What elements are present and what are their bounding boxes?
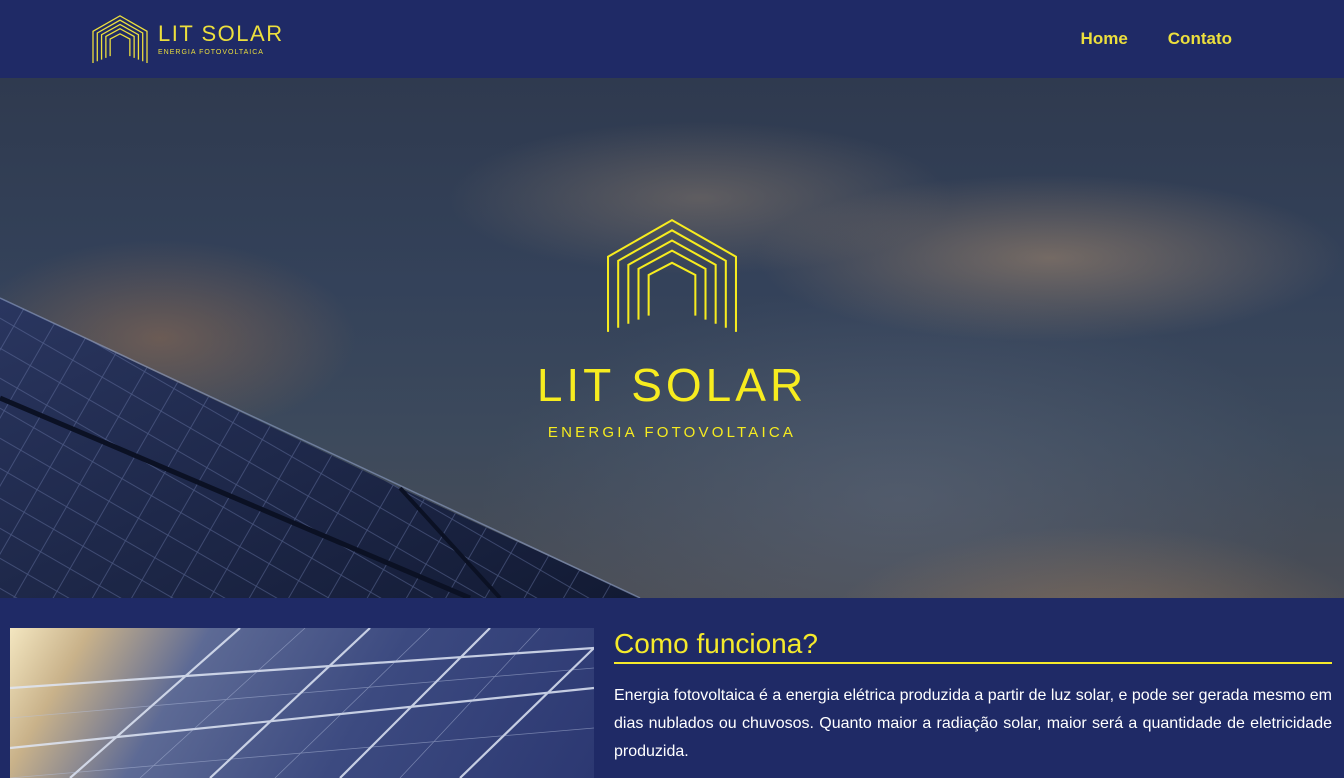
hero-banner: LIT SOLAR ENERGIA FOTOVOLTAICA	[0, 78, 1344, 598]
section-heading: Como funciona?	[614, 628, 1332, 664]
brand-subtitle: ENERGIA FOTOVOLTAICA	[158, 48, 264, 56]
hero-subtitle: ENERGIA FOTOVOLTAICA	[547, 424, 797, 441]
nav-link-home[interactable]: Home	[1081, 29, 1128, 49]
brand-logo[interactable]: LIT SOLAR ENERGIA FOTOVOLTAICA	[92, 15, 284, 63]
brand-title: LIT SOLAR	[158, 20, 284, 46]
section-paragraph: Energia fotovoltaica é a energia elétric…	[614, 687, 1332, 760]
how-it-works-section: Como funciona? Energia fotovoltaica é a …	[0, 598, 1344, 778]
top-navbar: LIT SOLAR ENERGIA FOTOVOLTAICA Home Cont…	[0, 0, 1344, 78]
solar-panel-photo	[10, 628, 594, 778]
nav-links: Home Contato	[1081, 0, 1232, 78]
house-lines-icon	[607, 218, 737, 332]
hero-logo: LIT SOLAR ENERGIA FOTOVOLTAICA	[0, 218, 1344, 441]
house-lines-icon	[92, 15, 148, 63]
nav-link-contato[interactable]: Contato	[1168, 29, 1232, 49]
hero-title: LIT SOLAR	[536, 359, 808, 411]
how-it-works-text: Como funciona? Energia fotovoltaica é a …	[614, 628, 1332, 766]
